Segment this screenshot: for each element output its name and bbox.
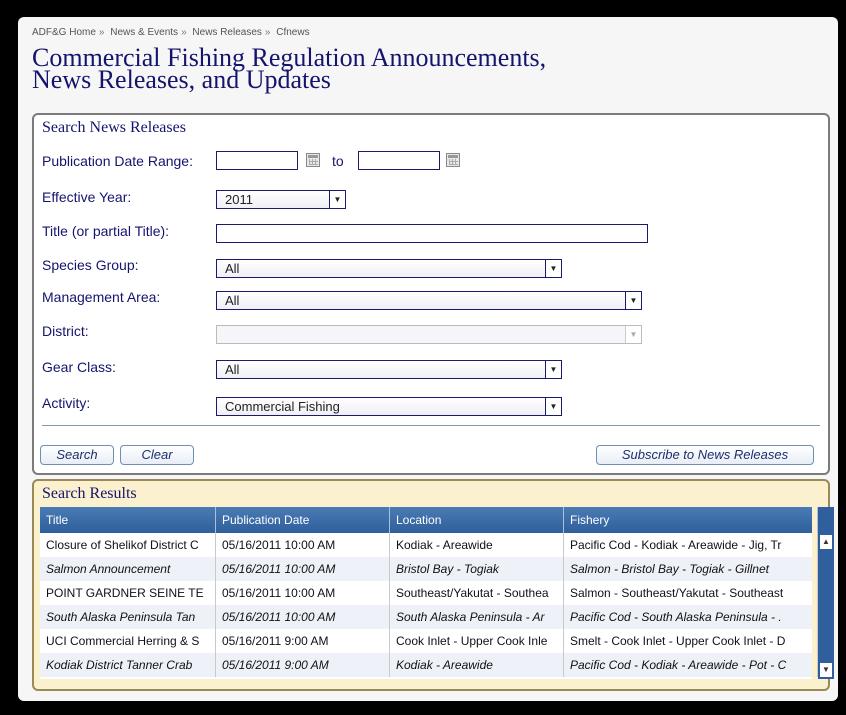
title-label: Title (or partial Title): [42,223,170,239]
breadcrumb-news-releases-link[interactable]: News Releases [192,27,261,38]
search-panel-title: Search News Releases [42,119,186,136]
grid-header: Title Publication Date Location Fishery [40,507,818,533]
cell-title[interactable]: POINT GARDNER SEINE TE [40,581,216,605]
column-header-fishery[interactable]: Fishery [564,507,818,533]
to-label: to [332,153,344,169]
cell-date: 05/16/2011 10:00 AM [216,581,390,605]
cell-fishery: Salmon - Bristol Bay - Togiak - Gillnet [564,557,818,581]
breadcrumb-current: Cfnews [276,27,310,38]
cell-location: Kodiak - Areawide [390,653,564,677]
cell-fishery: Pacific Cod - Kodiak - Areawide - Jig, T… [564,533,818,557]
cell-date: 05/16/2011 10:00 AM [216,533,390,557]
date-from-input[interactable] [216,151,298,170]
chevron-down-icon: ▼ [545,398,561,415]
scrollbar-header [818,507,834,533]
title-input[interactable] [216,224,648,243]
table-row[interactable]: Salmon Announcement 05/16/2011 10:00 AM … [40,557,818,581]
publication-date-label: Publication Date Range: [42,153,193,169]
page-title-line2: News Releases, and Updates [32,65,331,94]
activity-label: Activity: [42,395,91,411]
cell-date: 05/16/2011 10:00 AM [216,605,390,629]
cell-title[interactable]: UCI Commercial Herring & S [40,629,216,653]
calendar-from-icon[interactable] [306,153,320,167]
district-select[interactable]: ▼ [216,325,642,344]
chevron-down-icon: ▼ [625,292,641,309]
gear-class-value: All [225,362,240,377]
cell-date: 05/16/2011 9:00 AM [216,653,390,677]
effective-year-label: Effective Year: [42,189,132,205]
scroll-down-icon[interactable]: ▼ [820,663,832,677]
results-panel: Search Results Title Publication Date Lo… [32,479,834,691]
effective-year-value: 2011 [225,192,253,207]
chevron-down-icon: ▼ [625,326,641,343]
management-area-value: All [225,293,240,308]
page-title: Commercial Fishing Regulation Announceme… [32,45,732,94]
cell-title[interactable]: Kodiak District Tanner Crab [40,653,216,677]
cell-date: 05/16/2011 9:00 AM [216,629,390,653]
cell-title[interactable]: South Alaska Peninsula Tan [40,605,216,629]
cell-fishery: Salmon - Southeast/Yakutat - Southeast [564,581,818,605]
date-to-input[interactable] [358,151,440,170]
activity-select[interactable]: Commercial Fishing ▼ [216,397,562,416]
cell-date: 05/16/2011 10:00 AM [216,557,390,581]
calendar-to-icon[interactable] [446,153,460,167]
subscribe-button[interactable]: Subscribe to News Releases [596,445,814,465]
cell-location: Kodiak - Areawide [390,533,564,557]
breadcrumb: ADF&G Home» News & Events» News Releases… [32,27,310,38]
cell-fishery: Pacific Cod - South Alaska Peninsula - . [564,605,818,629]
table-row[interactable]: POINT GARDNER SEINE TE 05/16/2011 10:00 … [40,581,818,605]
column-header-location[interactable]: Location [390,507,564,533]
management-area-label: Management Area: [42,289,161,305]
cell-title[interactable]: Closure of Shelikof District C [40,533,216,557]
results-grid: Title Publication Date Location Fishery … [40,507,834,679]
results-scrollbar[interactable]: ▲ ▼ [818,533,834,679]
species-group-label: Species Group: [42,257,139,273]
district-label: District: [42,323,89,339]
page: ADF&G Home» News & Events» News Releases… [18,17,838,701]
activity-value: Commercial Fishing [225,399,340,414]
cell-fishery: Smelt - Cook Inlet - Upper Cook Inlet - … [564,629,818,653]
column-header-title[interactable]: Title [40,507,216,533]
chevron-down-icon: ▼ [545,361,561,378]
column-header-publication-date[interactable]: Publication Date [216,507,390,533]
results-title: Search Results [42,485,137,502]
cell-fishery: Pacific Cod - Kodiak - Areawide - Pot - … [564,653,818,677]
cell-location: Bristol Bay - Togiak [390,557,564,581]
cell-location: Southeast/Yakutat - Southea [390,581,564,605]
breadcrumb-home-link[interactable]: ADF&G Home [32,27,96,38]
divider [42,425,820,426]
table-row[interactable]: South Alaska Peninsula Tan 05/16/2011 10… [40,605,818,629]
table-row[interactable]: Closure of Shelikof District C 05/16/201… [40,533,818,557]
cell-location: South Alaska Peninsula - Ar [390,605,564,629]
cell-location: Cook Inlet - Upper Cook Inle [390,629,564,653]
table-row[interactable]: UCI Commercial Herring & S 05/16/2011 9:… [40,629,818,653]
cell-title[interactable]: Salmon Announcement [40,557,216,581]
management-area-select[interactable]: All ▼ [216,291,642,310]
species-group-select[interactable]: All ▼ [216,259,562,278]
table-row[interactable]: Kodiak District Tanner Crab 05/16/2011 9… [40,653,818,677]
chevron-down-icon: ▼ [545,260,561,277]
breadcrumb-news-events-link[interactable]: News & Events [110,27,178,38]
clear-button[interactable]: Clear [120,445,194,465]
effective-year-select[interactable]: 2011 ▼ [216,190,346,209]
gear-class-select[interactable]: All ▼ [216,360,562,379]
gear-class-label: Gear Class: [42,359,116,375]
chevron-down-icon: ▼ [329,191,345,208]
species-group-value: All [225,261,240,276]
search-button[interactable]: Search [40,445,114,465]
search-panel: Search News Releases Publication Date Ra… [32,113,830,475]
scroll-up-icon[interactable]: ▲ [820,535,832,549]
